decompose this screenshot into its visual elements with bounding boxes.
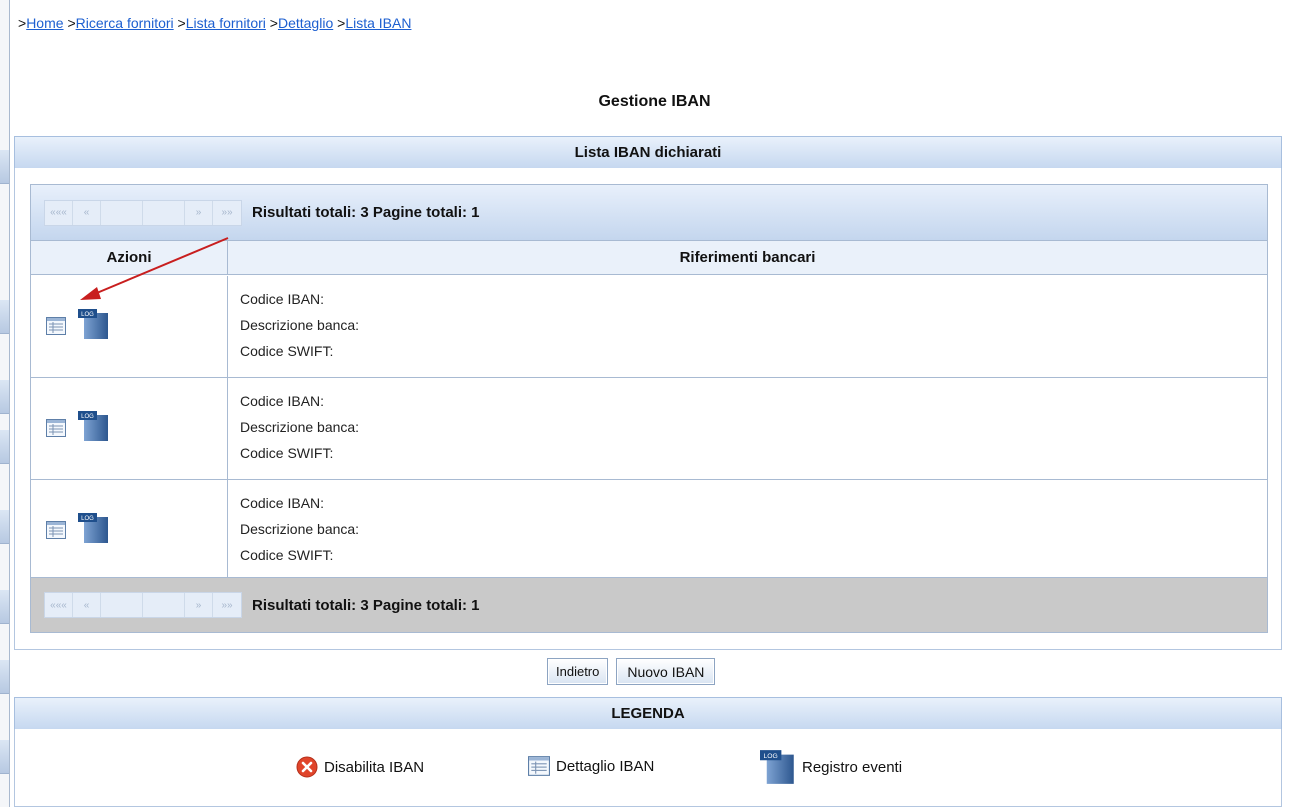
log-icon[interactable]: LOG [78,411,110,441]
iban-label: Codice IBAN: [240,291,325,307]
legend-label: Registro eventi [802,758,903,776]
table-row: LOG Codice IBAN: Descrizione banca: Codi… [31,276,1267,378]
back-button[interactable]: Indietro [547,658,609,685]
side-frame-tab [0,380,9,414]
bank-references: Codice IBAN: Descrizione banca: Codice S… [240,388,359,466]
page-title: Gestione IBAN [598,93,711,110]
next-page-button[interactable]: » [185,200,213,225]
log-icon[interactable]: LOG [78,513,110,543]
breadcrumb-lista-fornitori-link[interactable]: Lista fornitori [186,15,266,31]
iban-label: Codice IBAN: [240,495,325,511]
column-header-riferimenti: Riferimenti bancari [228,241,1267,275]
pager-summary: Risultati totali: 3 Pagine totali: 1 [252,204,480,221]
breadcrumb-dettaglio-link[interactable]: Dettaglio [278,15,333,31]
new-iban-button[interactable]: Nuovo IBAN [616,658,716,685]
side-frame-tab [0,660,9,694]
log-icon-label: LOG [81,312,94,318]
legend-item-disable: Disabilita IBAN [296,756,424,778]
prev-page-button[interactable]: « [73,200,101,225]
next-page-button[interactable]: » [185,593,213,617]
log-icon-label: LOG [764,753,778,760]
side-frame-tab [0,430,9,464]
table-row: LOG Codice IBAN: Descrizione banca: Codi… [31,378,1267,480]
detail-icon[interactable] [46,419,66,437]
breadcrumb-separator: > [18,15,27,31]
iban-label: Codice IBAN: [240,393,325,409]
breadcrumb: >Home >Ricerca fornitori >Lista fornitor… [18,15,411,31]
row-actions: LOG [31,480,228,577]
side-frame-strip [0,0,10,807]
page-number-slot [143,200,185,225]
bank-description-label: Descrizione banca: [240,317,360,333]
detail-icon [528,756,550,776]
side-frame-tab [0,590,9,624]
pager-buttons: ««« « » »» [44,199,242,226]
swift-label: Codice SWIFT: [240,547,334,563]
breadcrumb-separator: > [269,15,278,31]
side-frame-tab [0,300,9,334]
bank-references: Codice IBAN: Descrizione banca: Codice S… [240,286,359,364]
legend-item-detail: Dettaglio IBAN [528,756,654,776]
last-page-button[interactable]: »» [213,593,241,617]
side-frame-tab [0,510,9,544]
detail-icon[interactable] [46,521,66,539]
pager-buttons: ««« « » »» [44,592,242,618]
breadcrumb-lista-iban-link[interactable]: Lista IBAN [345,15,411,31]
legend-label: Disabilita IBAN [324,758,425,776]
legend-item-log: LOG Registro eventi [760,750,902,784]
detail-icon[interactable] [46,317,66,335]
side-frame-tab [0,740,9,774]
table-row: LOG Codice IBAN: Descrizione banca: Codi… [31,480,1267,577]
log-icon: LOG [760,750,794,784]
last-page-button[interactable]: »» [213,200,241,225]
page-number-slot [101,200,143,225]
legend-label: Dettaglio IBAN [556,757,655,775]
breadcrumb-home-link[interactable]: Home [26,15,63,31]
swift-label: Codice SWIFT: [240,445,334,461]
pager-summary: Risultati totali: 3 Pagine totali: 1 [252,596,480,614]
first-page-button[interactable]: ««« [45,200,73,225]
pager-top: ««« « » »» Risultati totali: 3 Pagine to… [31,185,1267,241]
list-section-header: Lista IBAN dichiarati [14,136,1282,169]
bank-description-label: Descrizione banca: [240,419,360,435]
first-page-button[interactable]: ««« [45,593,73,617]
side-frame-tab [0,150,9,184]
page-number-slot [143,593,185,617]
log-icon[interactable]: LOG [78,309,110,339]
bank-references: Codice IBAN: Descrizione banca: Codice S… [240,490,359,568]
breadcrumb-separator: > [67,15,76,31]
column-header-azioni: Azioni [31,241,228,275]
legend-header: LEGENDA [14,697,1282,730]
swift-label: Codice SWIFT: [240,343,334,359]
row-actions: LOG [31,378,228,479]
disable-icon [296,756,318,778]
pager-bottom: ««« « » »» Risultati totali: 3 Pagine to… [31,577,1267,632]
log-icon-label: LOG [81,516,94,522]
page-number-slot [101,593,143,617]
log-icon-label: LOG [81,414,94,420]
row-actions: LOG [31,276,228,377]
breadcrumb-separator: > [177,15,186,31]
breadcrumb-ricerca-fornitori-link[interactable]: Ricerca fornitori [76,15,174,31]
prev-page-button[interactable]: « [73,593,101,617]
form-buttons: Indietro Nuovo IBAN [547,658,716,685]
bank-description-label: Descrizione banca: [240,521,360,537]
iban-table: ««« « » »» Risultati totali: 3 Pagine to… [30,184,1268,633]
